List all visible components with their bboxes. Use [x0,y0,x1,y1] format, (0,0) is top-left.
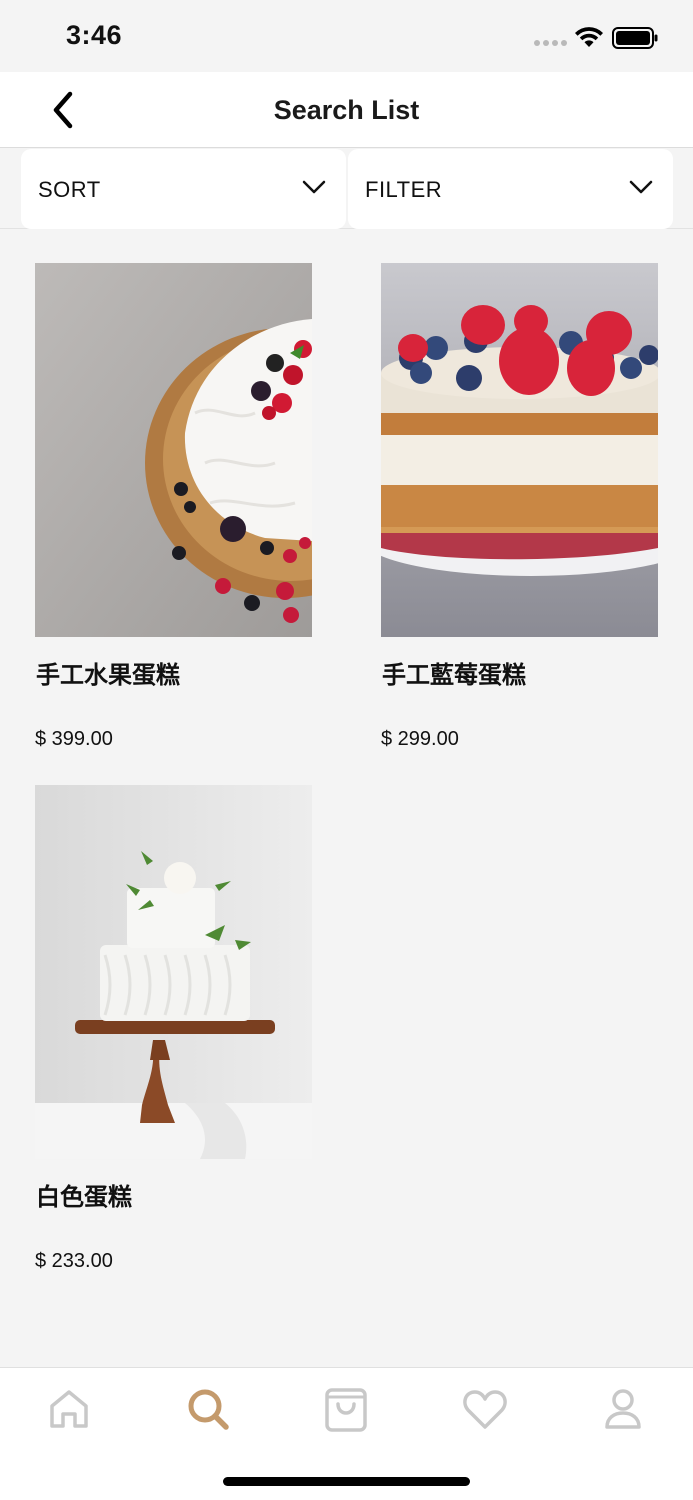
product-image [35,263,312,637]
product-price: $ 399.00 [35,728,113,750]
page-title: Search List [273,95,420,125]
filter-label: FILTER [365,177,443,202]
product-image [381,263,658,637]
product-name: 手工水果蛋糕 [36,661,180,689]
heart-icon[interactable] [460,1384,510,1434]
product-name: 手工藍莓蛋糕 [382,661,526,689]
sort-dropdown[interactable]: SORT [21,149,346,229]
product-price: $ 233.00 [35,1250,113,1272]
cellular-signal-icon [534,40,567,46]
chevron-down-icon [302,180,326,194]
product-image [35,785,312,1159]
battery-icon [612,27,658,49]
profile-icon[interactable] [598,1384,648,1434]
status-bar: 3:46 [0,0,693,72]
status-time: 3:46 [66,20,123,50]
product-card-blueberry-cake[interactable]: 手工藍莓蛋糕 $ 299.00 [381,263,658,750]
navigation-bar: Search List [0,72,693,148]
filter-dropdown[interactable]: FILTER [348,149,673,229]
product-name: 白色蛋糕 [36,1183,132,1211]
sort-label: SORT [38,177,101,202]
product-card-fruit-cake[interactable]: 手工水果蛋糕 $ 399.00 [35,263,312,750]
search-icon[interactable] [183,1384,233,1434]
product-price: $ 299.00 [381,728,459,750]
home-icon[interactable] [44,1384,94,1434]
product-card-white-cake[interactable]: 白色蛋糕 $ 233.00 [35,785,312,1272]
chevron-down-icon [629,180,653,194]
wifi-icon [575,27,603,47]
bag-icon[interactable] [321,1384,371,1434]
home-indicator[interactable] [223,1477,470,1486]
sort-filter-bar: SORT FILTER [0,149,693,229]
